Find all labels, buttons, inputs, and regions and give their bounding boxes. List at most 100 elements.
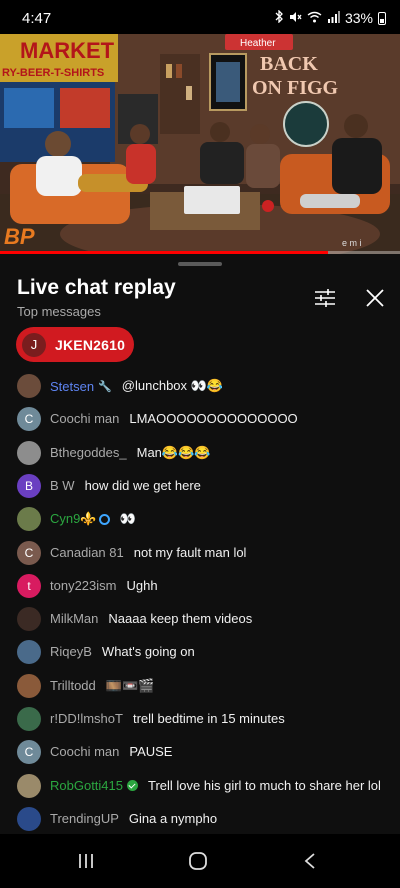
chat-message-line: Trilltodd 🎞️📼🎬 (50, 678, 154, 694)
avatar[interactable] (17, 440, 41, 465)
chat-author[interactable]: tony223ism (50, 578, 116, 593)
chat-message-line: r!DD!lmshoT trell bedtime in 15 minutes (50, 711, 285, 726)
drag-handle[interactable] (178, 262, 222, 266)
back-icon[interactable] (290, 846, 330, 876)
chat-message-line: Bthegoddes_ Man😂😂😂 (50, 445, 210, 461)
chat-message-text: not my fault man lol (133, 544, 247, 560)
chat-author[interactable]: Coochi man (50, 411, 119, 426)
wall-text-1: BACK (260, 53, 318, 75)
market-sign-sub: RY-BEER-T-SHIRTS (2, 67, 104, 79)
chat-message[interactable]: MilkMan Naaaa keep them videos (0, 603, 400, 636)
market-sign-text: MARKET (20, 38, 115, 63)
avatar[interactable]: t (17, 573, 41, 598)
chat-message[interactable]: C Canadian 81 not my fault man lol (0, 537, 400, 570)
member-badge-icon (98, 513, 110, 525)
wall-text-2: ON FIGG (252, 77, 339, 99)
pinned-user-chip[interactable]: J JKEN2610 (16, 327, 134, 362)
status-time: 4:47 (22, 10, 52, 27)
chat-author[interactable]: Trilltodd (50, 678, 96, 693)
chat-message-line: MilkMan Naaaa keep them videos (50, 611, 252, 626)
chat-message-line: B W how did we get here (50, 478, 201, 493)
chat-author[interactable]: r!DD!lmshoT (50, 711, 123, 726)
avatar[interactable]: B (17, 473, 41, 498)
chat-message-line: RiqeyB What's going on (50, 644, 195, 659)
chat-message-text: Ughh (126, 577, 158, 593)
avatar[interactable]: C (17, 740, 41, 765)
chat-author[interactable]: RiqeyB (50, 644, 92, 659)
moderator-wrench-icon: 🔧 (98, 380, 112, 393)
chat-message-line: RobGotti415 Trell love his girl to much t… (50, 778, 381, 793)
battery-percent: 33% (344, 10, 373, 26)
avatar[interactable] (17, 773, 41, 798)
chat-message-text: What's going on (101, 644, 195, 660)
status-icons: 33% (274, 9, 386, 26)
chat-message[interactable]: C Coochi man LMAOOOOOOOOOOOOOO (0, 403, 400, 436)
chat-author[interactable]: B W (50, 478, 75, 493)
chat-message[interactable]: B B W how did we get here (0, 470, 400, 503)
chat-message-text: how did we get here (84, 477, 201, 493)
chat-author[interactable]: Stetsen (50, 379, 94, 394)
tune-icon[interactable] (311, 284, 339, 312)
name-tag: Heather (240, 38, 276, 49)
avatar[interactable] (17, 707, 41, 731)
avatar[interactable] (17, 673, 41, 698)
chat-message[interactable]: TrendingUP Gina a nympho (0, 803, 400, 836)
live-chat-panel: Live chat replay Top messages J JKEN2610… (0, 254, 400, 834)
chat-author[interactable]: RobGotti415 (50, 778, 123, 793)
signal-icon (327, 10, 340, 26)
home-icon[interactable] (178, 846, 218, 876)
chat-message-text: trell bedtime in 15 minutes (132, 711, 285, 726)
chat-message[interactable]: t tony223ism Ughh (0, 570, 400, 603)
recents-icon[interactable] (66, 846, 106, 876)
avatar[interactable] (17, 640, 41, 665)
chat-message-line: Cyn9⚜️ 👀 (50, 511, 136, 527)
avatar[interactable]: C (17, 407, 41, 432)
chat-panel-title: Live chat replay (17, 276, 176, 299)
chat-message[interactable]: Stetsen 🔧 @lunchbox 👀😂 (0, 370, 400, 403)
member-badge-icon (127, 779, 138, 791)
video-frame: MARKET RY-BEER-T-SHIRTS Heather BACK ON … (0, 34, 400, 254)
avatar[interactable] (17, 507, 41, 532)
chat-message-line: Canadian 81 not my fault man lol (50, 545, 246, 560)
bluetooth-icon (274, 9, 284, 26)
chat-message[interactable]: RiqeyB What's going on (0, 636, 400, 669)
watermark: e m i (342, 238, 362, 248)
avatar[interactable] (17, 607, 41, 632)
chat-message[interactable]: Bthegoddes_ Man😂😂😂 (0, 437, 400, 470)
video-player[interactable]: MARKET RY-BEER-T-SHIRTS Heather BACK ON … (0, 34, 400, 254)
avatar[interactable]: C (17, 540, 41, 565)
chat-filter-dropdown[interactable]: Top messages (17, 304, 101, 319)
pinned-user-name: JKEN2610 (55, 336, 126, 353)
chat-message-line: tony223ism Ughh (50, 578, 158, 593)
wifi-icon (307, 11, 322, 26)
system-nav-bar (0, 834, 400, 888)
chat-author[interactable]: Canadian 81 (50, 545, 124, 560)
chat-message-line: Coochi man LMAOOOOOOOOOOOOOO (50, 411, 298, 426)
chat-message-text: 🎞️📼🎬 (105, 677, 155, 693)
chat-message-text: Gina a nympho (128, 810, 218, 826)
chat-message-text: Naaaa keep them videos (108, 611, 253, 627)
chat-message-text: @lunchbox 👀😂 (121, 378, 224, 393)
chat-author[interactable]: Coochi man (50, 744, 119, 759)
chat-message-text: Trell love his girl to much to share her… (148, 777, 381, 793)
chat-message[interactable]: Trilltodd 🎞️📼🎬 (0, 670, 400, 703)
avatar: J (22, 332, 46, 357)
chat-message-text: Man😂😂😂 (136, 444, 211, 460)
chat-message[interactable]: RobGotti415 Trell love his girl to much t… (0, 770, 400, 803)
chat-message[interactable]: Cyn9⚜️ 👀 (0, 503, 400, 536)
status-bar: 4:47 33% (0, 0, 400, 34)
chat-message[interactable]: C Coochi man PAUSE (0, 736, 400, 769)
chat-author[interactable]: Bthegoddes_ (50, 445, 127, 460)
chat-message-text: 👀 (119, 511, 136, 527)
avatar[interactable] (17, 806, 41, 831)
chat-author[interactable]: TrendingUP (50, 811, 119, 826)
chat-author[interactable]: Cyn9⚜️ (50, 511, 97, 527)
chat-author[interactable]: MilkMan (50, 611, 98, 626)
chat-message-line: Stetsen 🔧 @lunchbox 👀😂 (50, 378, 223, 394)
chat-message-line: Coochi man PAUSE (50, 744, 172, 759)
chat-message[interactable]: r!DD!lmshoT trell bedtime in 15 minutes (0, 703, 400, 736)
avatar[interactable] (17, 374, 41, 398)
chat-message-text: LMAOOOOOOOOOOOOOO (129, 411, 298, 427)
close-icon[interactable] (361, 284, 389, 312)
mute-icon (289, 11, 302, 26)
